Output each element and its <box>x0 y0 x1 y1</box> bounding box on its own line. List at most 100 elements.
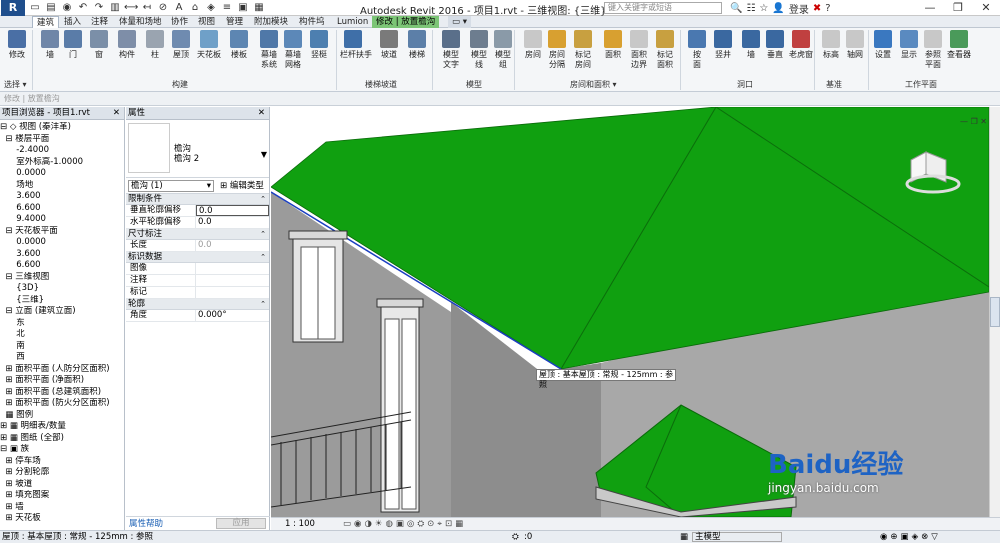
status-icons[interactable]: ◉⊕▣◈⊗▽ <box>880 531 941 543</box>
tree-node[interactable]: ⊞ 面积平面 (总建筑面积) <box>0 387 124 399</box>
tree-node[interactable]: 场地 <box>0 180 124 192</box>
tree-node[interactable]: ⊞ 墙 <box>0 502 124 514</box>
type-selector[interactable]: 檐沟 檐沟 2 ▼ <box>126 120 269 178</box>
ribbon-button[interactable]: 竖井 <box>710 30 736 60</box>
tree-node[interactable]: ⊟ 天花板平面 <box>0 226 124 238</box>
ribbon-button[interactable]: 标高 <box>818 30 844 60</box>
ribbon-button[interactable]: 楼板 <box>226 30 252 60</box>
property-value[interactable] <box>196 263 269 274</box>
tree-node[interactable]: ⊟ ▣ 族 <box>0 444 124 456</box>
ribbon-button[interactable]: 垂直 <box>762 30 788 60</box>
tab-annotate[interactable]: 注释 <box>87 16 112 28</box>
property-value[interactable]: 0.0 <box>196 205 269 216</box>
tree-node[interactable]: ⊞ ▦ 明细表/数量 <box>0 421 124 433</box>
close-icon[interactable]: ✕ <box>980 117 987 126</box>
tab-addins[interactable]: 附加模块 <box>250 16 292 28</box>
ribbon-panel-label[interactable]: 洞口 <box>737 79 753 90</box>
design-options-icon[interactable]: ▦ <box>680 531 688 543</box>
tree-node[interactable]: -2.4000 <box>0 145 124 157</box>
ribbon-button[interactable]: 天花板 <box>196 30 222 60</box>
ribbon-button[interactable]: 墙 <box>738 30 764 60</box>
sync-icon[interactable]: ◉ <box>60 2 74 14</box>
tree-node[interactable]: 北 <box>0 329 124 341</box>
tree-node[interactable]: ⊞ 停车场 <box>0 456 124 468</box>
tab-collaborate[interactable]: 协作 <box>167 16 192 28</box>
ribbon-panel-label[interactable]: 模型 <box>466 79 482 90</box>
undo-icon[interactable]: ↶ <box>76 2 90 14</box>
property-value[interactable]: 0.0 <box>196 217 269 228</box>
tree-node[interactable]: ⊞ 分割轮廓 <box>0 467 124 479</box>
steering-wheel-icon[interactable] <box>990 297 1000 327</box>
help-button[interactable]: ? <box>825 3 830 14</box>
tag-icon[interactable]: ⊘ <box>156 2 170 14</box>
close-icon[interactable]: ✕ <box>972 0 1000 16</box>
ribbon-button[interactable]: 面积 <box>600 30 626 60</box>
tree-node[interactable]: 0.0000 <box>0 168 124 180</box>
tree-node[interactable]: ⊟ 楼层平面 <box>0 134 124 146</box>
tree-node[interactable]: ⊞ 面积平面 (防火分区面积) <box>0 398 124 410</box>
tree-node[interactable]: 0.0000 <box>0 237 124 249</box>
ribbon-button[interactable]: 房间 分隔 <box>544 30 570 70</box>
ribbon-panel-label[interactable]: 房间和面积 ▾ <box>570 79 617 90</box>
tab-component-dock[interactable]: 构件坞 <box>295 16 329 28</box>
property-section[interactable]: 轮廓 ⌃ <box>126 299 269 310</box>
ribbon-button[interactable]: 标记 房间 <box>570 30 596 70</box>
tree-node[interactable]: ⊞ 天花板 <box>0 513 124 525</box>
tree-node[interactable]: 9.4000 <box>0 214 124 226</box>
subscription-icon[interactable]: ☷ <box>746 3 755 14</box>
tab-view[interactable]: 视图 <box>194 16 219 28</box>
tab-lumion[interactable]: Lumion <box>333 16 372 28</box>
property-section[interactable]: 尺寸标注 ⌃ <box>126 229 269 240</box>
ribbon-button[interactable]: 栏杆扶手 <box>340 30 372 60</box>
tree-node[interactable]: 室外标高-1.0000 <box>0 157 124 169</box>
ribbon-button[interactable]: 幕墙 网格 <box>280 30 306 70</box>
tree-node[interactable]: 3.600 <box>0 249 124 261</box>
tree-node[interactable]: ⊞ 填充图案 <box>0 490 124 502</box>
tab-modify-place-gutter[interactable]: 修改 | 放置檐沟 <box>372 16 440 28</box>
tree-node[interactable]: ⊟ 三维视图 <box>0 272 124 284</box>
ribbon-button[interactable]: 标记 面积 <box>652 30 678 70</box>
ribbon-button[interactable]: 模型 线 <box>466 30 492 70</box>
dropdown-arrow-icon[interactable]: ▼ <box>261 150 267 159</box>
ribbon-button[interactable]: 模型 组 <box>490 30 516 70</box>
ribbon-button[interactable]: 竖梃 <box>306 30 332 60</box>
tree-node[interactable]: 西 <box>0 352 124 364</box>
search-input[interactable]: 键入关键字或短语 <box>604 2 722 14</box>
property-value[interactable]: 0.000° <box>196 310 269 321</box>
apply-button[interactable]: 应用 <box>216 518 266 529</box>
text-icon[interactable]: A <box>172 2 186 14</box>
thin-lines-icon[interactable]: ≡ <box>220 2 234 14</box>
ribbon-button[interactable]: 窗 <box>86 30 112 60</box>
ribbon-panel-label[interactable]: 楼梯坡道 <box>365 79 397 90</box>
view-control-icons[interactable]: ▭◉◑☀◍▣◎⛭⊙⌖⊡▦ <box>343 518 466 530</box>
restore-icon[interactable]: ❐ <box>971 117 978 126</box>
ribbon-button[interactable]: 模型 文字 <box>438 30 464 70</box>
ribbon-button[interactable]: 楼梯 <box>404 30 430 60</box>
ribbon-button[interactable]: 显示 <box>896 30 922 60</box>
tree-node[interactable]: 南 <box>0 341 124 353</box>
minimize-icon[interactable]: — <box>960 117 968 126</box>
ribbon-button[interactable]: 参照 平面 <box>920 30 946 70</box>
close-icon[interactable]: ✕ <box>258 107 265 120</box>
favorites-icon[interactable]: ☆ <box>759 3 768 14</box>
tab-insert[interactable]: 插入 <box>60 16 85 28</box>
redo-icon[interactable]: ↷ <box>92 2 106 14</box>
ribbon-button[interactable]: 房间 <box>520 30 546 60</box>
application-menu-button[interactable]: R <box>1 0 25 16</box>
print-icon[interactable]: ▥ <box>108 2 122 14</box>
close-hidden-icon[interactable]: ▣ <box>236 2 250 14</box>
collapse-icon[interactable]: ⌃ <box>260 194 266 205</box>
save-icon[interactable]: ▤ <box>44 2 58 14</box>
tree-node[interactable]: 东 <box>0 318 124 330</box>
properties-help-link[interactable]: 属性帮助 <box>129 517 163 531</box>
tree-node[interactable]: 6.600 <box>0 203 124 215</box>
ribbon-button[interactable]: 轴网 <box>842 30 868 60</box>
measure-icon[interactable]: ⟷ <box>124 2 138 14</box>
tree-node[interactable]: ⊞ 坡道 <box>0 479 124 491</box>
section-icon[interactable]: ◈ <box>204 2 218 14</box>
ribbon-button[interactable]: 老虎窗 <box>788 30 814 60</box>
3d-viewport[interactable]: 屋顶 : 基本屋顶 : 常规 - 125mm : 参照 Baidu经验 jing… <box>271 107 989 517</box>
tree-node[interactable]: 6.600 <box>0 260 124 272</box>
collapse-icon[interactable]: ⌃ <box>260 252 266 263</box>
active-model-select[interactable]: 主模型 <box>692 532 782 542</box>
